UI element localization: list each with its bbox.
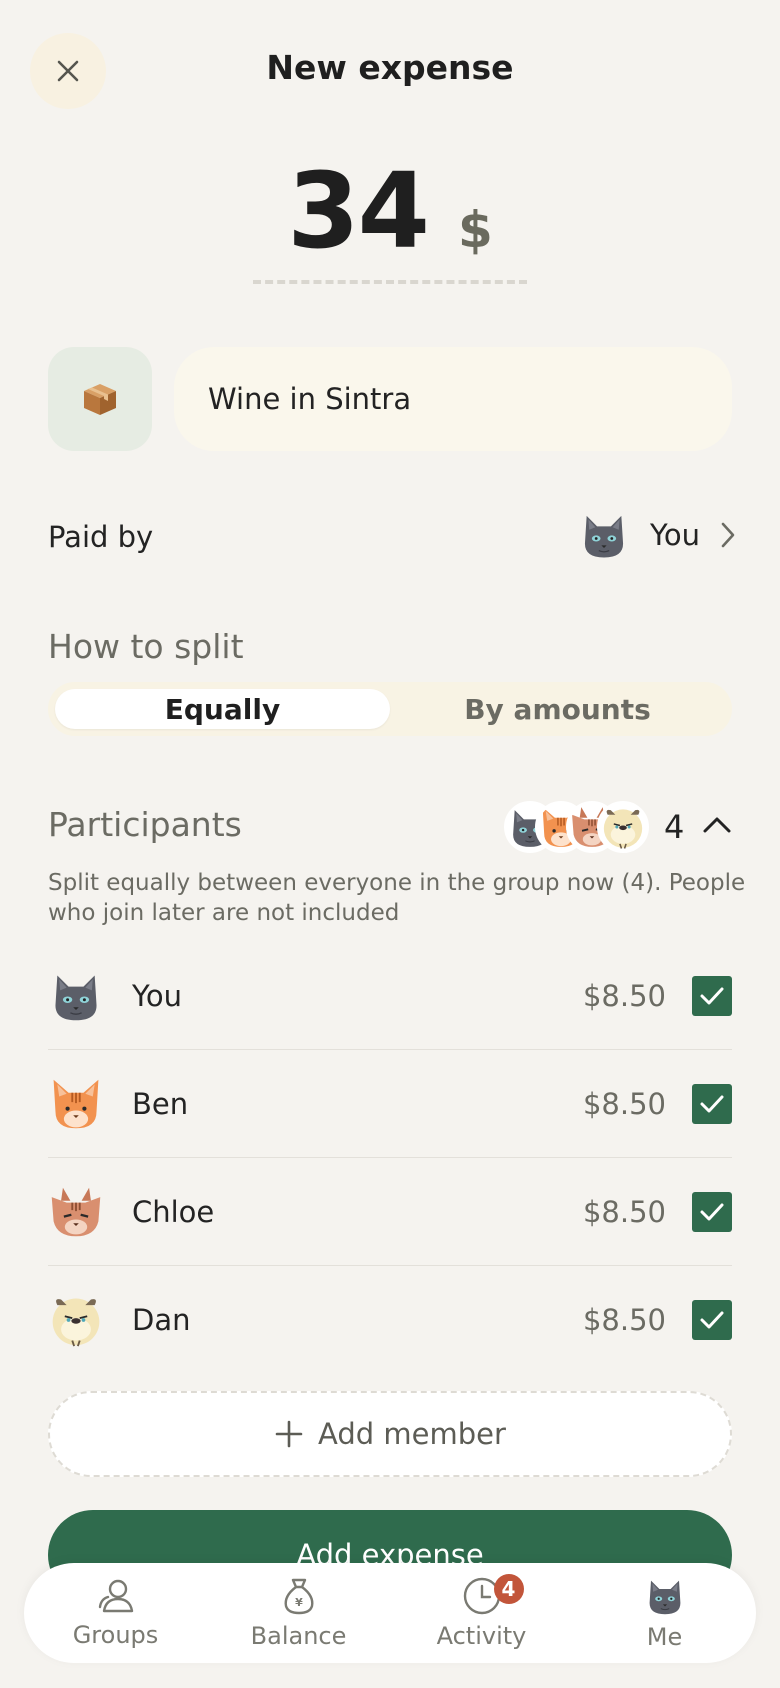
participant-name: Ben xyxy=(132,1087,189,1121)
participant-amount: $8.50 xyxy=(582,1195,666,1229)
amount-underline xyxy=(253,280,527,284)
collapse-button[interactable] xyxy=(700,808,734,842)
amount-value: 34 xyxy=(287,150,430,272)
participant-checkbox[interactable] xyxy=(692,976,732,1016)
split-option-by-amounts[interactable]: By amounts xyxy=(390,689,725,729)
tabby-cat-icon xyxy=(48,1184,104,1240)
plus-icon xyxy=(275,1420,303,1448)
nav-item-balance[interactable]: ¥ Balance xyxy=(219,1568,379,1658)
participants-heading: Participants xyxy=(48,805,242,844)
checkmark-icon xyxy=(700,987,724,1005)
svg-text:¥: ¥ xyxy=(295,1596,303,1609)
package-icon xyxy=(84,384,116,415)
participants-avatar-stack[interactable] xyxy=(504,801,654,853)
checkmark-icon xyxy=(700,1095,724,1113)
paid-by-selector[interactable]: You xyxy=(578,505,736,565)
nav-label-me: Me xyxy=(646,1623,683,1651)
activity-badge: 4 xyxy=(493,1574,524,1604)
participant-checkbox[interactable] xyxy=(692,1192,732,1232)
description-input[interactable]: Wine in Sintra xyxy=(174,347,732,451)
page-title: New expense xyxy=(266,48,514,87)
amount-input[interactable]: 34 $ xyxy=(0,150,780,272)
participant-name: Dan xyxy=(132,1303,191,1337)
gray-cat-icon xyxy=(578,509,630,561)
participant-amount: $8.50 xyxy=(582,1303,666,1337)
participant-name: You xyxy=(132,979,182,1013)
nav-label-activity: Activity xyxy=(436,1622,527,1650)
category-button[interactable] xyxy=(48,347,152,451)
participant-row[interactable]: You $8.50 xyxy=(48,942,732,1050)
orange-cat-icon xyxy=(48,1076,104,1132)
chevron-right-icon xyxy=(721,522,735,548)
checkmark-icon xyxy=(700,1311,724,1329)
nav-label-balance: Balance xyxy=(250,1622,347,1650)
participant-amount: $8.50 xyxy=(582,1087,666,1121)
add-member-label: Add member xyxy=(318,1417,506,1451)
gray-cat-icon xyxy=(48,968,104,1024)
cream-cat-icon xyxy=(48,1292,104,1348)
participant-row[interactable]: Ben $8.50 xyxy=(48,1050,732,1158)
payer-name: You xyxy=(650,518,700,552)
split-option-equally[interactable]: Equally xyxy=(55,689,390,729)
participant-checkbox[interactable] xyxy=(692,1300,732,1340)
gray-cat-icon xyxy=(644,1575,686,1617)
groups-icon xyxy=(98,1579,133,1613)
nav-item-activity[interactable]: 4 Activity xyxy=(402,1568,562,1658)
nav-item-groups[interactable]: Groups xyxy=(36,1568,196,1658)
participant-count: 4 xyxy=(664,808,685,846)
money-bag-icon: ¥ xyxy=(284,1578,313,1615)
chevron-up-icon xyxy=(703,817,731,833)
add-member-button[interactable]: Add member xyxy=(48,1391,732,1477)
participant-name: Chloe xyxy=(132,1195,215,1229)
currency-symbol[interactable]: $ xyxy=(458,201,493,259)
split-heading: How to split xyxy=(48,627,244,666)
participant-amount: $8.50 xyxy=(582,979,666,1013)
participant-row[interactable]: Chloe $8.50 xyxy=(48,1158,732,1266)
cream-cat-icon xyxy=(597,801,649,853)
checkmark-icon xyxy=(700,1203,724,1221)
bottom-nav: Groups ¥ Balance 4 Activity Me xyxy=(24,1563,756,1663)
paid-by-label: Paid by xyxy=(48,520,154,554)
participant-checkbox[interactable] xyxy=(692,1084,732,1124)
participants-note: Split equally between everyone in the gr… xyxy=(48,870,746,926)
split-mode-toggle: Equally By amounts xyxy=(48,682,732,736)
nav-label-groups: Groups xyxy=(72,1621,159,1649)
nav-item-me[interactable]: Me xyxy=(585,1568,745,1658)
participant-row[interactable]: Dan $8.50 xyxy=(48,1266,732,1374)
